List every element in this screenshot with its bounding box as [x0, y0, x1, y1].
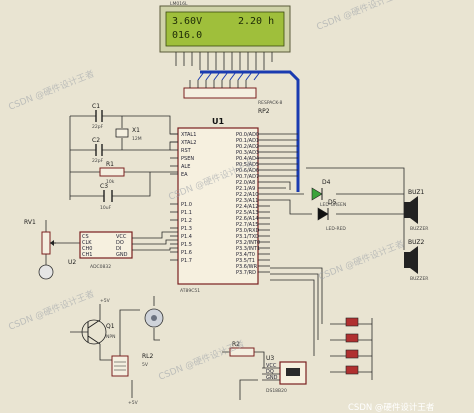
- q1-part: NPN: [106, 334, 115, 340]
- u1-right-pins: P0.0/AD0P0.1/AD1P0.2/AD2P0.3/AD3P0.4/AD4…: [236, 132, 270, 276]
- watermark-4: CSDN @硬件设计王者: [317, 237, 406, 282]
- buz1-part: BUZZER: [410, 226, 428, 232]
- u2-part: ADC0832: [90, 264, 111, 270]
- lcd-line1-left: 3.60V: [172, 16, 202, 27]
- rv1-ref: RV1: [24, 219, 36, 226]
- r1-ref: R1: [106, 161, 114, 168]
- rp2-respack[interactable]: RESPACK-8 RP2: [183, 80, 282, 115]
- c3-value: 10uF: [100, 205, 112, 211]
- u1-left-pin-label: P1.1: [181, 210, 192, 216]
- u1-left-pin-label: P1.4: [181, 234, 192, 240]
- u1-left-pin-label: P1.6: [181, 250, 192, 256]
- push-buttons[interactable]: [330, 317, 373, 380]
- rv1-potentiometer[interactable]: RV1: [24, 219, 56, 280]
- watermark-1: CSDN @硬件设计王者: [7, 67, 96, 112]
- p2-wires: [270, 181, 291, 190]
- u1-left-pin-label: XTAL1: [181, 132, 196, 138]
- motor-icon: [151, 315, 157, 321]
- button-wires: [270, 267, 323, 356]
- u3-temp-sensor[interactable]: U3 DS18B20 VCCDQGND: [262, 355, 307, 394]
- u1-ref: U1: [212, 117, 224, 126]
- u1-mcu[interactable]: U1 AT89C51 XTAL1 XTAL2 RST PSEN ALE EA P1.0 P1.…: [170, 117, 270, 294]
- u1-left-pin-label: ALE: [181, 164, 190, 170]
- x1-ref: X1: [132, 127, 140, 134]
- u1-left-pin-label: P1.5: [181, 242, 192, 248]
- u1-left-pin-label: P1.3: [181, 226, 192, 232]
- u3-ref: U3: [266, 355, 274, 362]
- u1-left-pin-label: P1.7: [181, 258, 192, 264]
- u1-left-pin-label: XTAL2: [181, 140, 196, 146]
- u3-pin-label: GND: [266, 375, 278, 381]
- d4-ref: D4: [322, 179, 331, 186]
- x1-value: 12M: [132, 136, 142, 142]
- u2-pin-label: GND: [116, 252, 128, 258]
- voltmeter-icon: [38, 264, 54, 280]
- u1-left-pin-label: EA: [181, 172, 188, 178]
- watermark-2: CSDN @硬件设计王者: [315, 0, 404, 33]
- u1-left-pin-label: RST: [181, 148, 192, 154]
- u1-right-pin-label: P3.7/RD: [236, 270, 256, 276]
- c3-capacitor[interactable]: C3 10uF: [70, 172, 151, 211]
- q1-ref: Q1: [106, 323, 115, 330]
- adc-to-mcu-wires: [132, 231, 178, 251]
- d5-part: LED-RED: [326, 226, 346, 232]
- x1-crystal[interactable]: X1 12M: [115, 116, 142, 150]
- buz2-buzzer[interactable]: BUZ2 BUZZER: [404, 239, 428, 282]
- watermark-6: CSDN @硬件设计王者: [157, 337, 246, 382]
- rl2-value: 5V: [142, 362, 149, 368]
- u1-left-pin-label: PSEN: [181, 156, 194, 162]
- d5-ref: D5: [328, 199, 337, 206]
- buzzer-rail: [306, 167, 405, 250]
- schematic-canvas: 3.60V 2.20 h 016.0 LM016L RESPACK-8 RP2 …: [0, 0, 474, 413]
- u2-adc[interactable]: U2 ADC0832 CSCLKCH0CH1VCCDODIGND: [68, 231, 133, 270]
- buz2-part: BUZZER: [410, 276, 428, 282]
- watermark-footer: CSDN @硬件设计王者: [348, 402, 435, 413]
- supply-label-2: +5V: [128, 400, 139, 406]
- motor[interactable]: [144, 296, 164, 341]
- lcd-line1-right: 2.20 h: [238, 16, 274, 27]
- q1-transistor[interactable]: Q1 NPN: [70, 319, 115, 345]
- lcd-line2: 016.0: [172, 30, 202, 41]
- u1-left-pin-label: P1.0: [181, 202, 192, 208]
- p0-wires: [270, 133, 298, 177]
- buz1-buzzer[interactable]: BUZ1 BUZZER: [404, 189, 428, 232]
- u3-pins: VCCDQGND: [262, 363, 280, 381]
- buz1-ref: BUZ1: [408, 189, 425, 196]
- c2-value: 22pF: [92, 158, 104, 164]
- u3-gnd-wire: [239, 379, 258, 400]
- u2-ref: U2: [68, 259, 76, 266]
- buz2-ref: BUZ2: [408, 239, 425, 246]
- rl2-relay[interactable]: RL2 5V: [111, 353, 154, 377]
- c2-ref: C2: [92, 137, 100, 144]
- lcd-module[interactable]: 3.60V 2.20 h 016.0 LM016L: [159, 1, 291, 53]
- c1-value: 22pF: [92, 124, 104, 130]
- u1-part: AT89C51: [180, 288, 200, 294]
- u3-part: DS18B20: [266, 388, 287, 394]
- supply-label-1: +5V: [100, 298, 111, 304]
- lcd-label: LM016L: [170, 1, 188, 7]
- watermark-5: CSDN @硬件设计王者: [7, 287, 96, 332]
- u1-left-pin-label: P1.2: [181, 218, 192, 224]
- c1-ref: C1: [92, 103, 100, 110]
- u2-pin-label: CH1: [82, 252, 92, 258]
- rl2-ref: RL2: [142, 353, 154, 360]
- rp2-part: RESPACK-8: [258, 100, 282, 106]
- c3-ref: C3: [100, 183, 108, 190]
- r1-resistor[interactable]: R1 10k: [70, 161, 178, 185]
- c2-capacitor[interactable]: C2 22pF: [70, 137, 178, 164]
- rp2-ref: RP2: [258, 108, 270, 115]
- lcd-pins: [175, 52, 273, 70]
- schematic-drawing: 3.60V 2.20 h 016.0 LM016L RESPACK-8 RP2 …: [7, 0, 435, 413]
